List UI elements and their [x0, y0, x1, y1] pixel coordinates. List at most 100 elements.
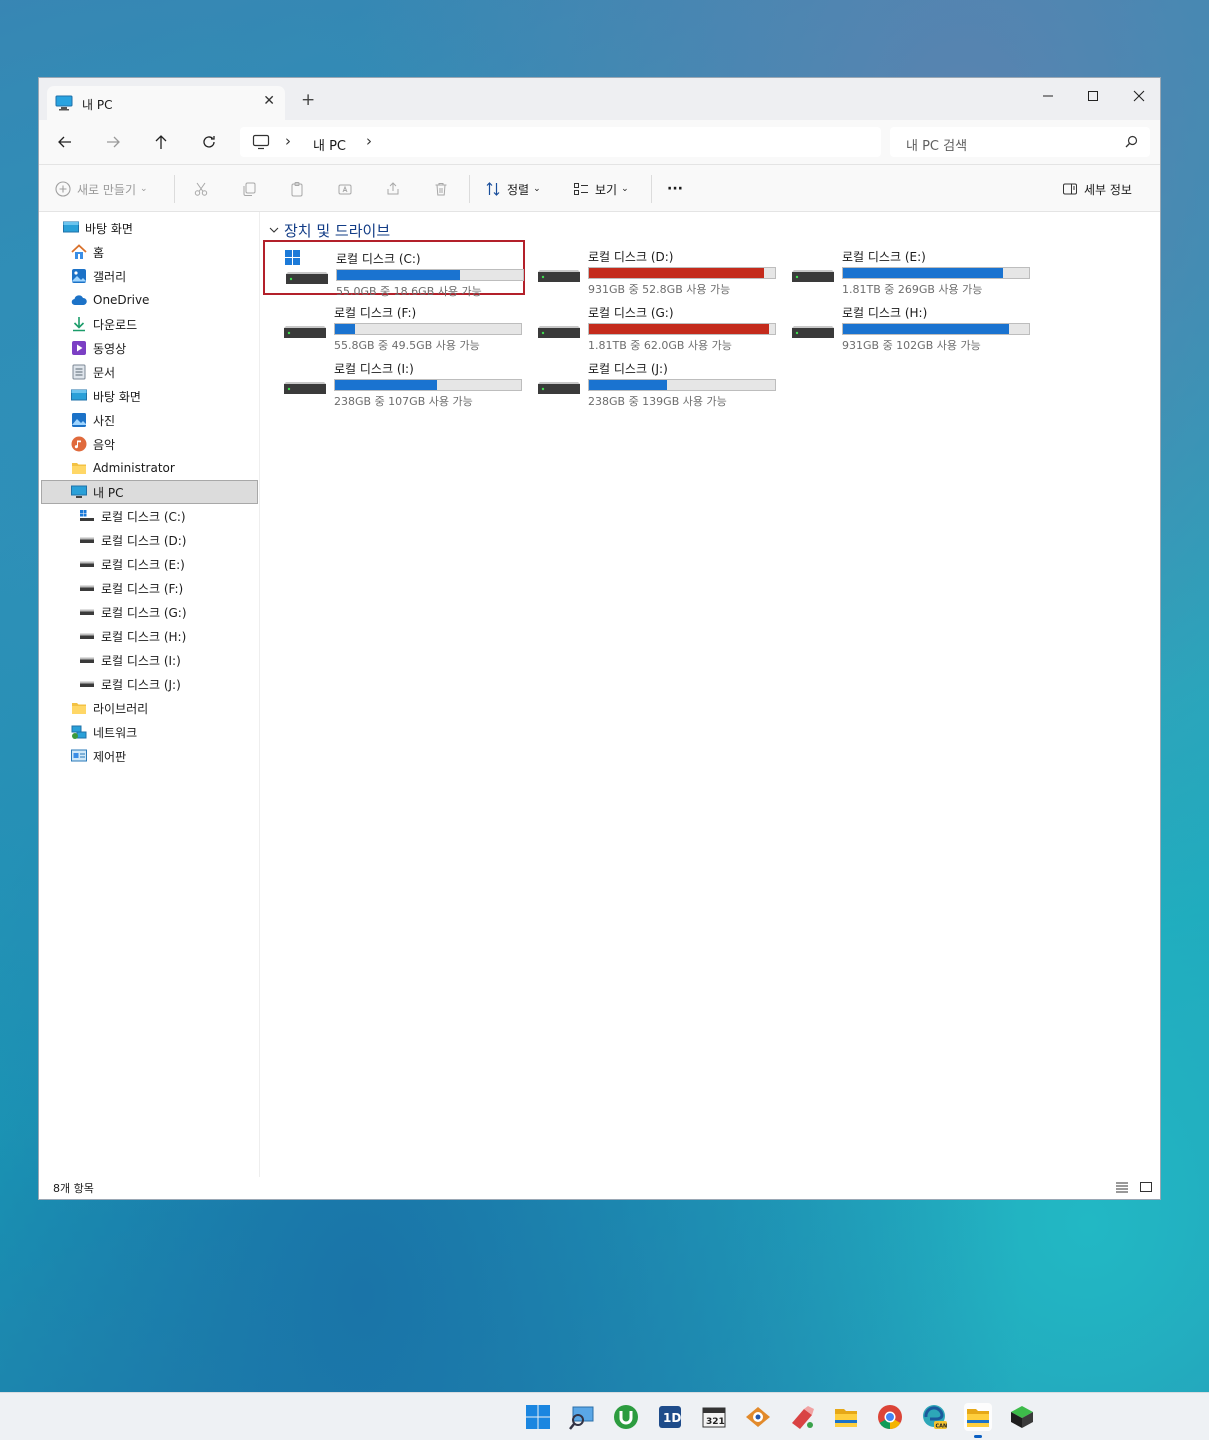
taskbar-app-edge-canary[interactable]: CAN — [920, 1403, 948, 1431]
taskbar-app-media-player[interactable]: 321 — [700, 1403, 728, 1431]
arrow-up-icon — [155, 135, 167, 149]
drive-icon — [79, 676, 95, 692]
sort-button[interactable]: 정렬 ⌄ — [485, 177, 541, 201]
taskbar: 1D 321 CAN — [0, 1392, 1209, 1440]
section-header-devices[interactable]: 장치 및 드라이브 — [269, 220, 390, 241]
sidebar-item-drive-g[interactable]: 로컬 디스크 (G:) — [79, 600, 187, 624]
sidebar-item-libraries[interactable]: 라이브러리 — [71, 696, 148, 720]
sidebar-item-drive-j[interactable]: 로컬 디스크 (J:) — [79, 672, 181, 696]
taskbar-app-file-explorer[interactable] — [832, 1403, 860, 1431]
sidebar-item-drive-f[interactable]: 로컬 디스크 (F:) — [79, 576, 183, 600]
details-pane-button[interactable]: 세부 정보 — [1062, 177, 1132, 201]
sidebar-item-control-panel[interactable]: 제어판 — [71, 744, 126, 768]
breadcrumb-my-pc[interactable]: 내 PC — [313, 135, 346, 154]
new-tab-button[interactable]: + — [301, 90, 315, 110]
edge-canary-icon: CAN — [923, 1405, 948, 1430]
up-button[interactable] — [145, 128, 177, 156]
close-window-button[interactable] — [1116, 82, 1162, 110]
search-input[interactable]: 내 PC 검색 — [890, 127, 1150, 157]
drive-tile-e[interactable]: 로컬 디스크 (E:) 1.81TB 중 269GB 사용 가능 — [771, 240, 1033, 296]
drive-name: 로컬 디스크 (G:) — [588, 306, 674, 320]
drive-usage-bar — [336, 269, 524, 281]
details-view-button[interactable] — [1115, 1181, 1129, 1196]
taskbar-app-chrome[interactable] — [876, 1403, 904, 1431]
taskbar-app-1d[interactable]: 1D — [656, 1403, 684, 1431]
drive-tile-i[interactable]: 로컬 디스크 (I:) 238GB 중 107GB 사용 가능 — [263, 352, 525, 408]
sidebar-item-downloads[interactable]: 다운로드 — [71, 312, 137, 336]
breadcrumb-separator[interactable]: › — [285, 132, 291, 150]
forward-button[interactable] — [97, 128, 129, 156]
copy-button[interactable] — [241, 177, 257, 201]
taskbar-app-flag[interactable] — [788, 1403, 816, 1431]
svg-text:CAN: CAN — [936, 1424, 948, 1430]
sidebar-item-onedrive[interactable]: OneDrive — [71, 288, 149, 312]
file-explorer-active-icon — [967, 1409, 989, 1427]
taskbar-app-remote-desktop[interactable] — [568, 1403, 596, 1431]
tab-my-pc[interactable]: 내 PC ✕ — [47, 86, 285, 120]
sidebar-item-drive-e[interactable]: 로컬 디스크 (E:) — [79, 552, 185, 576]
drive-usage-bar — [588, 379, 776, 391]
status-bar: 8개 항목 — [39, 1177, 1160, 1199]
taskbar-app-box[interactable] — [1008, 1403, 1036, 1431]
start-button[interactable] — [524, 1403, 552, 1431]
close-tab-button[interactable]: ✕ — [263, 93, 275, 109]
taskbar-app-file-explorer-active[interactable] — [964, 1403, 992, 1438]
sidebar-item-pictures[interactable]: 사진 — [71, 408, 115, 432]
drive-tile-j[interactable]: 로컬 디스크 (J:) 238GB 중 139GB 사용 가능 — [517, 352, 779, 408]
drive-tile-f[interactable]: 로컬 디스크 (F:) 55.8GB 중 49.5GB 사용 가능 — [263, 296, 525, 352]
delete-button[interactable] — [433, 177, 449, 201]
breadcrumb[interactable]: › 내 PC › — [240, 127, 881, 157]
drive-icon — [79, 580, 95, 596]
sidebar-item-desktop[interactable]: 바탕 화면 — [71, 384, 141, 408]
sidebar-item-documents[interactable]: 문서 — [71, 360, 115, 384]
sidebar-item-drive-h[interactable]: 로컬 디스크 (H:) — [79, 624, 186, 648]
chevron-down-icon: ⌄ — [533, 184, 541, 194]
paste-button[interactable] — [289, 177, 305, 201]
toolbar-divider — [174, 175, 175, 203]
trash-icon — [435, 183, 447, 196]
more-options-button[interactable]: ··· — [667, 177, 683, 201]
drive-usage-bar — [588, 323, 776, 335]
minimize-button[interactable] — [1025, 82, 1071, 110]
drive-free-space: 931GB 중 52.8GB 사용 가능 — [588, 283, 731, 296]
share-button[interactable] — [385, 177, 401, 201]
drive-name: 로컬 디스크 (E:) — [842, 250, 926, 264]
breadcrumb-separator[interactable]: › — [366, 132, 372, 150]
view-button[interactable]: 보기 ⌄ — [573, 177, 629, 201]
toolbar-divider — [651, 175, 652, 203]
maximize-button[interactable] — [1070, 82, 1116, 110]
taskbar-app-utorrent[interactable] — [612, 1403, 640, 1431]
svg-text:1D: 1D — [663, 1411, 681, 1425]
tiles-view-button[interactable] — [1139, 1181, 1153, 1196]
start-icon — [526, 1405, 550, 1429]
rename-button[interactable] — [337, 177, 353, 201]
sidebar-item-administrator[interactable]: Administrator — [71, 456, 175, 480]
drive-tile-g[interactable]: 로컬 디스크 (G:) 1.81TB 중 62.0GB 사용 가능 — [517, 296, 779, 352]
sidebar-item-drive-d[interactable]: 로컬 디스크 (D:) — [79, 528, 186, 552]
sidebar-item-music[interactable]: 음악 — [71, 432, 115, 456]
sidebar-item-drive-c[interactable]: 로컬 디스크 (C:) — [79, 504, 186, 528]
sidebar-item-gallery[interactable]: 갤러리 — [71, 264, 126, 288]
taskbar-app-eye[interactable] — [744, 1403, 772, 1431]
sidebar-item-drive-i[interactable]: 로컬 디스크 (I:) — [79, 648, 181, 672]
sidebar-item-videos[interactable]: 동영상 — [71, 336, 126, 360]
drive-usage-fill — [335, 380, 438, 390]
sidebar-item-home[interactable]: 홈 — [71, 240, 104, 264]
refresh-button[interactable] — [193, 128, 225, 156]
scissors-icon — [194, 182, 208, 196]
drive-icon — [79, 604, 95, 620]
drive-free-space: 931GB 중 102GB 사용 가능 — [842, 339, 981, 352]
back-button[interactable] — [49, 128, 81, 156]
list-view-icon — [1116, 1182, 1128, 1193]
sidebar-item-network[interactable]: 네트워크 — [71, 720, 137, 744]
cut-button[interactable] — [193, 177, 209, 201]
drive-tile-h[interactable]: 로컬 디스크 (H:) 931GB 중 102GB 사용 가능 — [771, 296, 1033, 352]
new-button[interactable]: 새로 만들기 ⌄ — [55, 177, 148, 201]
sidebar-item-my-pc[interactable]: 내 PC — [41, 480, 258, 504]
drive-tile-d[interactable]: 로컬 디스크 (D:) 931GB 중 52.8GB 사용 가능 — [517, 240, 779, 296]
drive-icon — [79, 652, 95, 668]
drive-usage-fill — [335, 324, 356, 334]
sidebar-item-desktop-root[interactable]: 바탕 화면 — [63, 216, 133, 240]
drive-tile-c[interactable]: 로컬 디스크 (C:) 55.0GB 중 18.6GB 사용 가능 — [263, 240, 525, 298]
arrow-left-icon — [58, 136, 71, 148]
